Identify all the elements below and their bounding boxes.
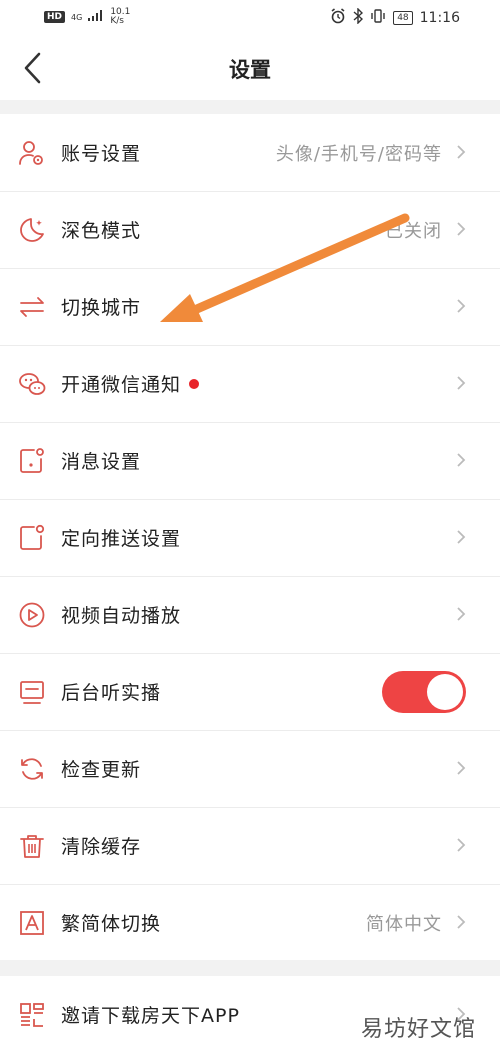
qr-code-icon — [20, 1003, 44, 1027]
account-gear-icon — [19, 141, 43, 165]
row-value: 头像/手机号/密码等 — [275, 144, 442, 165]
chevron-right-icon — [457, 530, 466, 544]
settings-row-background-listen: 后台听实播 — [0, 653, 500, 730]
row-label: 检查更新 — [61, 759, 142, 781]
monitor-icon — [20, 681, 44, 704]
row-label: 账号设置 — [61, 143, 142, 165]
watermark: 易坊好文馆 — [360, 1017, 476, 1042]
nav-bar: 设置 — [0, 36, 500, 100]
chevron-right-icon — [457, 838, 466, 852]
alarm-icon — [330, 8, 346, 28]
chevron-right-icon — [457, 915, 466, 929]
row-label: 消息设置 — [61, 451, 142, 473]
settings-row-check-update[interactable]: 检查更新 — [0, 730, 500, 807]
settings-row-dark-mode[interactable]: 深色模式 已关闭 — [0, 191, 500, 268]
battery-icon: 48 — [393, 11, 413, 25]
chevron-right-icon — [457, 145, 466, 159]
signal-icon — [88, 9, 104, 25]
settings-row-video-autoplay[interactable]: 视频自动播放 — [0, 576, 500, 653]
settings-row-clear-cache[interactable]: 清除缓存 — [0, 807, 500, 884]
swap-arrows-icon — [20, 297, 44, 317]
row-label: 清除缓存 — [61, 836, 142, 858]
row-value: 简体中文 — [366, 914, 442, 935]
row-label: 邀请下载房天下APP — [61, 1005, 240, 1027]
bluetooth-icon — [353, 7, 364, 28]
row-value: 已关闭 — [385, 221, 442, 242]
hd-badge: HD — [44, 11, 66, 23]
moon-icon — [20, 218, 44, 242]
chevron-right-icon — [457, 607, 466, 621]
row-label: 繁简体切换 — [61, 913, 162, 935]
vibrate-icon — [370, 9, 386, 27]
background-listen-toggle[interactable] — [382, 671, 466, 713]
status-left: HD 4G 10.1 K/s — [44, 8, 130, 26]
row-label: 定向推送设置 — [61, 528, 182, 550]
settings-row-script-switch[interactable]: 繁简体切换 简体中文 — [0, 884, 500, 961]
clock: 11:16 — [419, 10, 460, 26]
status-bar: HD 4G 10.1 K/s 48 11:16 — [0, 0, 500, 36]
message-settings-icon — [20, 448, 44, 473]
network-type: 4G — [71, 12, 83, 22]
chevron-right-icon — [457, 376, 466, 390]
settings-row-message[interactable]: 消息设置 — [0, 422, 500, 499]
chevron-right-icon — [457, 761, 466, 775]
toggle-knob — [427, 674, 463, 710]
speed-unit: K/s — [110, 16, 124, 26]
row-label: 后台听实播 — [61, 682, 162, 704]
row-label: 深色模式 — [61, 220, 142, 242]
play-circle-icon — [19, 602, 45, 628]
font-a-icon — [20, 911, 44, 935]
page-title: 设置 — [229, 58, 271, 82]
chevron-right-icon — [457, 299, 466, 313]
settings-row-switch-city[interactable]: 切换城市 — [0, 268, 500, 345]
row-label: 视频自动播放 — [61, 605, 182, 627]
settings-row-wechat-notify[interactable]: 开通微信通知 — [0, 345, 500, 422]
chevron-right-icon — [457, 453, 466, 467]
trash-icon — [20, 835, 44, 858]
settings-row-account[interactable]: 账号设置 头像/手机号/密码等 — [0, 114, 500, 191]
row-label: 切换城市 — [61, 297, 142, 319]
network-speed: 10.1 K/s — [110, 8, 130, 26]
status-right: 48 11:16 — [330, 7, 460, 28]
settings-row-targeted-push[interactable]: 定向推送设置 — [0, 499, 500, 576]
refresh-icon — [21, 758, 43, 780]
wechat-icon — [19, 373, 46, 395]
targeted-push-icon — [20, 524, 45, 550]
row-label-text: 开通微信通知 — [61, 374, 182, 396]
chevron-right-icon — [457, 222, 466, 236]
row-label: 开通微信通知 — [61, 370, 200, 397]
notification-dot — [189, 378, 200, 389]
settings-list: 账号设置 头像/手机号/密码等 深色模式 已关闭 切换城市 开通微信通知 消息设… — [0, 114, 500, 960]
